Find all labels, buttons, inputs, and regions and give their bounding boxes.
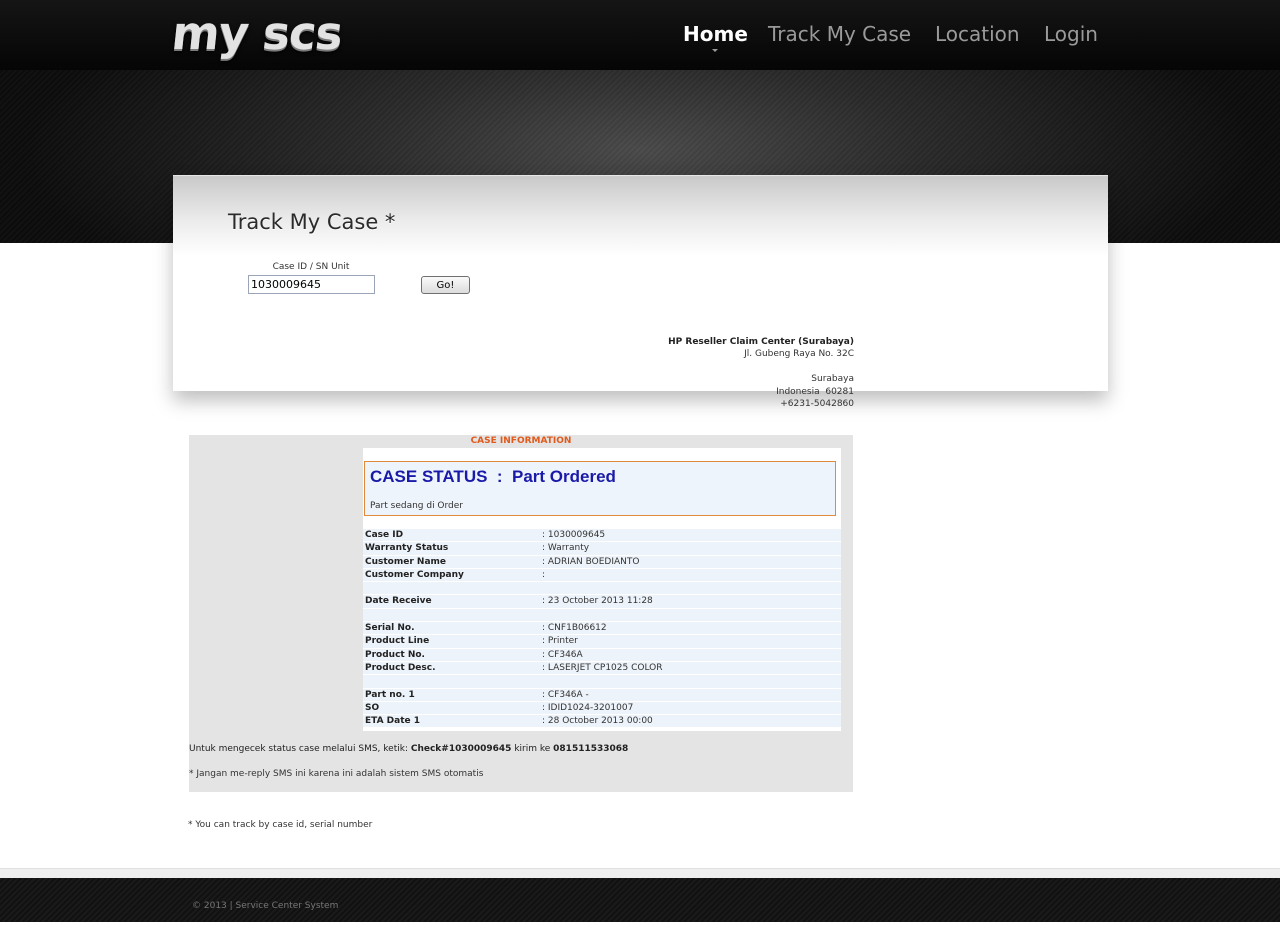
detail-key: Part no. 1 (365, 689, 415, 700)
table-row: Warranty Status : Warranty (363, 542, 841, 556)
detail-key: Case ID (365, 530, 404, 540)
detail-key: Product No. (365, 649, 425, 660)
nav-track-my-case[interactable]: Track My Case (768, 22, 911, 46)
case-id-input[interactable] (248, 275, 375, 294)
detail-value: : Printer (542, 636, 578, 647)
table-row (363, 675, 841, 689)
detail-value: : 23 October 2013 11:28 (542, 596, 653, 607)
detail-key: Serial No. (365, 623, 415, 634)
table-row (363, 582, 841, 596)
search-label: Case ID / SN Unit (272, 262, 350, 272)
detail-value: : CF346A (542, 649, 583, 660)
sms-command: Check#1030009645 (410, 744, 512, 754)
detail-value: : (542, 569, 546, 580)
detail-value: : 1030009645 (542, 530, 606, 540)
case-information-box: CASE INFORMATION CASE STATUS : Part Orde… (189, 435, 853, 792)
sms-prefix-text: Untuk mengecek status case melalui SMS, … (189, 744, 411, 754)
case-information-header: CASE INFORMATION (470, 436, 572, 446)
service-center-address: HP Reseller Claim Center (Surabaya) Jl. … (540, 336, 854, 410)
sms-instruction: Untuk mengecek status case melalui SMS, … (189, 744, 628, 754)
detail-value: : ADRIAN BOEDIANTO (542, 556, 640, 567)
nav-location[interactable]: Location (935, 22, 1020, 46)
main-nav: Home Track My Case Location Login (0, 22, 1280, 52)
table-row: Customer Name : ADRIAN BOEDIANTO (363, 555, 841, 569)
detail-value: : CNF1B06612 (542, 623, 607, 634)
service-center-phone: +6231-5042860 (780, 399, 854, 410)
sms-middle-text: kirim ke (511, 744, 554, 754)
detail-key: Warranty Status (365, 543, 449, 554)
detail-value: : IDID1024-3201007 (542, 702, 634, 713)
track-note: * You can track by case id, serial numbe… (188, 820, 373, 830)
service-center-name: HP Reseller Claim Center (Surabaya) (668, 337, 854, 347)
detail-key: Product Desc. (365, 662, 436, 673)
detail-value: : 28 October 2013 00:00 (542, 716, 653, 727)
table-row: Product Line : Printer (363, 635, 841, 649)
nav-home[interactable]: Home (683, 22, 748, 52)
footer-copyright: © 2013 | Service Center System (192, 901, 339, 911)
detail-key: Date Receive (365, 596, 432, 607)
detail-value: : LASERJET CP1025 COLOR (542, 662, 663, 673)
detail-value: : CF346A - (542, 689, 589, 700)
sms-number: 081511533068 (553, 744, 629, 754)
table-row (363, 608, 841, 623)
table-row: Product No. : CF346A (363, 648, 841, 662)
footer: © 2013 | Service Center System (0, 878, 1280, 922)
case-status-box: CASE STATUS : Part Ordered Part sedang d… (364, 461, 836, 516)
table-row: Date Receive : 23 October 2013 11:28 (363, 595, 841, 609)
detail-key: Customer Name (365, 556, 446, 567)
case-status-title: CASE STATUS : Part Ordered (370, 467, 616, 486)
service-center-city: Surabaya (811, 374, 854, 385)
case-status-description: Part sedang di Order (370, 501, 464, 511)
service-center-country: Indonesia 60281 (776, 386, 854, 397)
page-title: Track My Case * (228, 210, 396, 234)
detail-key: Product Line (365, 636, 430, 647)
detail-value: : Warranty (542, 543, 590, 554)
detail-key: ETA Date 1 (365, 716, 421, 727)
service-center-street: Jl. Gubeng Raya No. 32C (744, 349, 854, 360)
table-row: SO : IDID1024-3201007 (363, 701, 841, 716)
go-button[interactable]: Go! (421, 276, 470, 294)
table-row: Part no. 1 : CF346A - (363, 688, 841, 702)
table-row: Case ID : 1030009645 (363, 529, 841, 543)
detail-key: Customer Company (365, 569, 464, 580)
case-details-table: Case ID: 1030009645 Warranty Status: War… (363, 529, 841, 729)
table-row: Product Desc. : LASERJET CP1025 COLOR (363, 661, 841, 676)
table-row: Serial No. : CNF1B06612 (363, 622, 841, 636)
nav-login[interactable]: Login (1044, 22, 1098, 46)
table-row: Customer Company: (363, 568, 841, 583)
table-row: ETA Date 1 : 28 October 2013 00:00 (363, 715, 841, 729)
sms-warning: * Jangan me-reply SMS ini karena ini ada… (189, 769, 484, 779)
detail-key: SO (365, 702, 380, 713)
